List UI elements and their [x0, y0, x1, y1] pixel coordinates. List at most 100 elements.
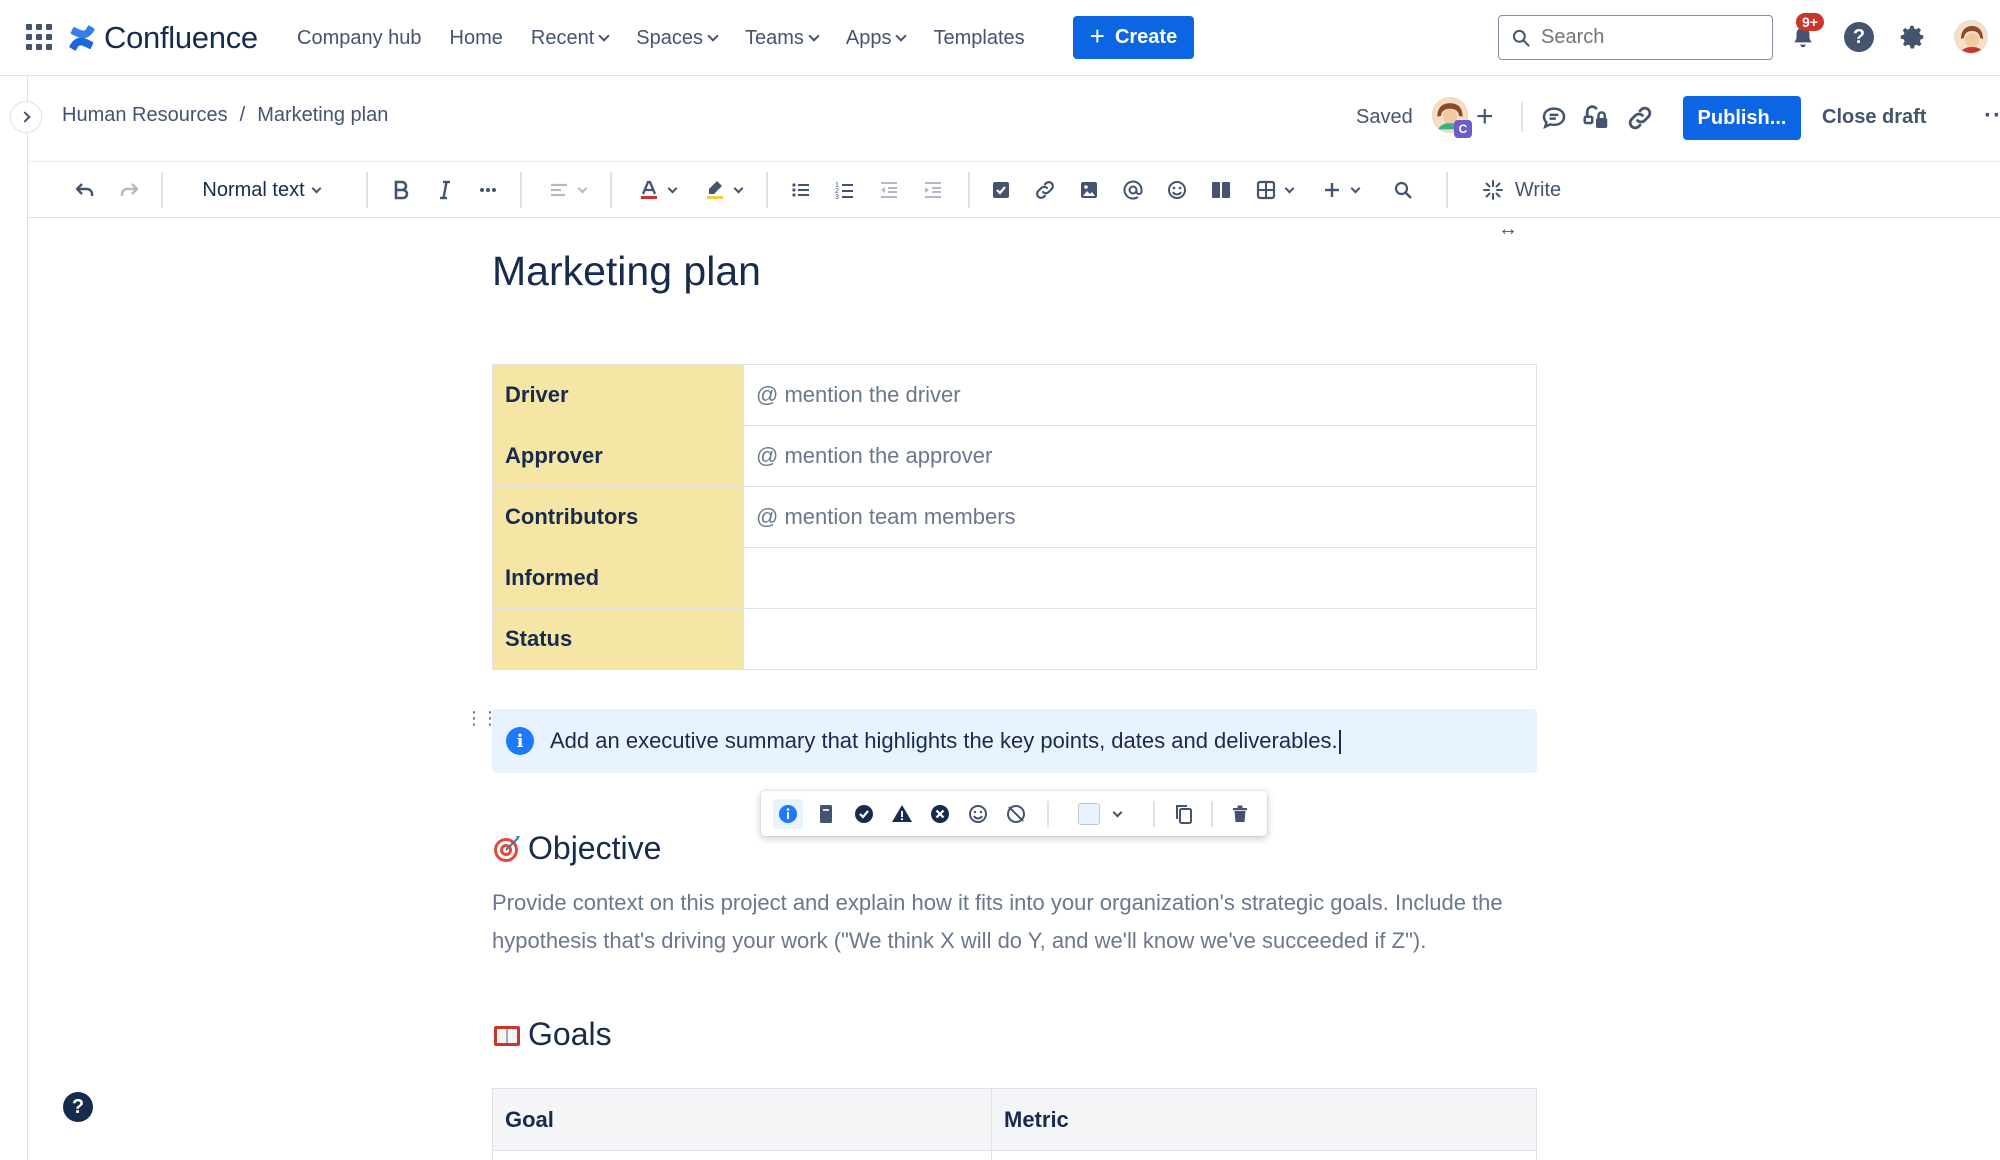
panel-emoji-icon[interactable]	[963, 799, 993, 829]
panel-warning-icon[interactable]	[887, 799, 917, 829]
comment-icon[interactable]	[1539, 103, 1569, 133]
info-panel[interactable]: i Add an executive summary that highligh…	[492, 709, 1537, 773]
alignment-dropdown[interactable]	[540, 172, 592, 208]
breadcrumb-page[interactable]: Marketing plan	[257, 104, 388, 127]
layouts-icon[interactable]	[1204, 172, 1238, 208]
create-button[interactable]: + Create	[1073, 16, 1194, 59]
plus-icon: +	[1089, 20, 1105, 51]
help-icon[interactable]: ?	[1844, 22, 1874, 52]
goals-heading[interactable]: Goals	[492, 1016, 612, 1053]
profile-avatar[interactable]	[1954, 20, 1988, 54]
svg-text:3: 3	[835, 194, 839, 201]
copy-icon[interactable]	[1169, 799, 1199, 829]
table-cell[interactable]: @ mention the driver	[743, 364, 1537, 426]
panel-color-swatch[interactable]	[1078, 803, 1100, 825]
chevron-down-icon	[1350, 183, 1360, 193]
table-row: Informed	[492, 547, 1537, 609]
text-color-dropdown[interactable]	[632, 172, 680, 208]
nav-teams[interactable]: Teams	[744, 26, 820, 50]
panel-error-icon[interactable]	[925, 799, 955, 829]
panel-info-icon[interactable]	[773, 799, 803, 829]
help-icon[interactable]: ?	[63, 1092, 93, 1122]
sparkle-icon	[1482, 180, 1503, 200]
settings-gear-icon[interactable]	[1897, 22, 1927, 52]
outdent-icon[interactable]	[872, 172, 906, 208]
table-cell[interactable]	[743, 608, 1537, 670]
table-cell[interactable]	[743, 547, 1537, 609]
objective-heading[interactable]: Objective	[492, 830, 661, 867]
mention-icon[interactable]	[1116, 172, 1150, 208]
confluence-logo-icon	[69, 25, 95, 51]
table-cell[interactable]: @ mention the approver	[743, 425, 1537, 487]
nav-company-hub[interactable]: Company hub	[297, 27, 422, 50]
insert-image-icon[interactable]	[1072, 172, 1106, 208]
panel-note-icon[interactable]	[811, 799, 841, 829]
table-header-cell[interactable]: Driver	[492, 364, 744, 426]
chevron-down-icon	[707, 30, 719, 42]
more-actions-icon[interactable]: ···	[1984, 102, 2000, 130]
collaborator-badge: C	[1454, 120, 1472, 138]
table-header-metric[interactable]: Metric	[991, 1088, 1537, 1151]
chevron-down-icon[interactable]	[1105, 799, 1129, 829]
editor-toolbar: Normal text 123 Write	[28, 162, 2000, 218]
table-cell[interactable]: @ mention team members	[743, 486, 1537, 548]
insert-table-dropdown[interactable]	[1246, 172, 1300, 208]
confluence-logo[interactable]: Confluence	[68, 18, 258, 58]
objective-body[interactable]: Provide context on this project and expl…	[492, 884, 1552, 960]
table-header-cell[interactable]: Informed	[492, 547, 744, 609]
publish-button[interactable]: Publish...	[1683, 96, 1801, 140]
text-style-dropdown[interactable]: Normal text	[186, 172, 336, 208]
info-panel-text[interactable]: Add an executive summary that highlights…	[550, 728, 1341, 754]
save-status: Saved	[1356, 106, 1413, 128]
copy-link-icon[interactable]	[1625, 103, 1655, 133]
close-draft-button[interactable]: Close draft	[1822, 106, 1926, 129]
highlighter-icon	[706, 181, 723, 199]
action-item-checkbox-icon[interactable]	[984, 172, 1018, 208]
table-header-cell[interactable]: Approver	[492, 425, 744, 487]
invite-plus-icon[interactable]: +	[1476, 100, 1494, 134]
nav-recent[interactable]: Recent	[531, 27, 610, 50]
ai-write-button[interactable]: Write	[1471, 172, 1571, 208]
heading-text: Objective	[528, 830, 662, 866]
emoji-icon[interactable]	[1160, 172, 1194, 208]
nav-spaces[interactable]: Spaces	[636, 27, 719, 50]
more-formatting-icon[interactable]	[471, 172, 505, 208]
bullet-list-icon[interactable]	[784, 172, 818, 208]
bold-icon[interactable]	[384, 172, 418, 208]
breadcrumb-space[interactable]: Human Resources	[62, 104, 228, 127]
page-width-toggle-icon[interactable]: ↔	[1498, 218, 1518, 241]
remove-emoji-icon[interactable]	[1001, 799, 1031, 829]
app-switcher-icon[interactable]	[26, 24, 52, 50]
table-cell[interactable]	[991, 1150, 1537, 1160]
toolbar-divider	[610, 172, 612, 208]
indent-icon[interactable]	[916, 172, 950, 208]
search-box[interactable]	[1498, 15, 1773, 60]
numbered-list-icon[interactable]: 123	[828, 172, 862, 208]
table-header-cell[interactable]: Contributors	[492, 486, 744, 548]
undo-icon[interactable]	[68, 172, 102, 208]
table-icon	[1256, 180, 1275, 200]
panel-success-icon[interactable]	[849, 799, 879, 829]
toolbar-divider	[766, 172, 768, 208]
table-header-goal[interactable]: Goal	[492, 1088, 992, 1151]
nav-apps[interactable]: Apps	[846, 27, 908, 50]
nav-label: Teams	[744, 26, 804, 49]
top-navigation: Confluence Company hub Home Recent Space…	[0, 0, 2000, 76]
search-input[interactable]	[1541, 26, 1761, 49]
table-cell[interactable]	[492, 1150, 992, 1160]
toolbar-divider	[1047, 801, 1049, 827]
breadcrumb: Human Resources / Marketing plan	[62, 104, 388, 127]
insert-link-icon[interactable]	[1028, 172, 1062, 208]
restrictions-lock-icon[interactable]	[1581, 103, 1611, 133]
nav-home[interactable]: Home	[450, 27, 503, 50]
highlight-color-dropdown[interactable]	[698, 172, 746, 208]
delete-trash-icon[interactable]	[1225, 799, 1255, 829]
page-title[interactable]: Marketing plan	[492, 248, 761, 295]
italic-icon[interactable]	[428, 172, 462, 208]
redo-icon[interactable]	[112, 172, 146, 208]
find-replace-icon[interactable]	[1386, 172, 1420, 208]
heading-text: Goals	[528, 1016, 612, 1052]
table-header-cell[interactable]: Status	[492, 608, 744, 670]
nav-templates[interactable]: Templates	[933, 27, 1024, 50]
insert-elements-dropdown[interactable]	[1312, 172, 1366, 208]
